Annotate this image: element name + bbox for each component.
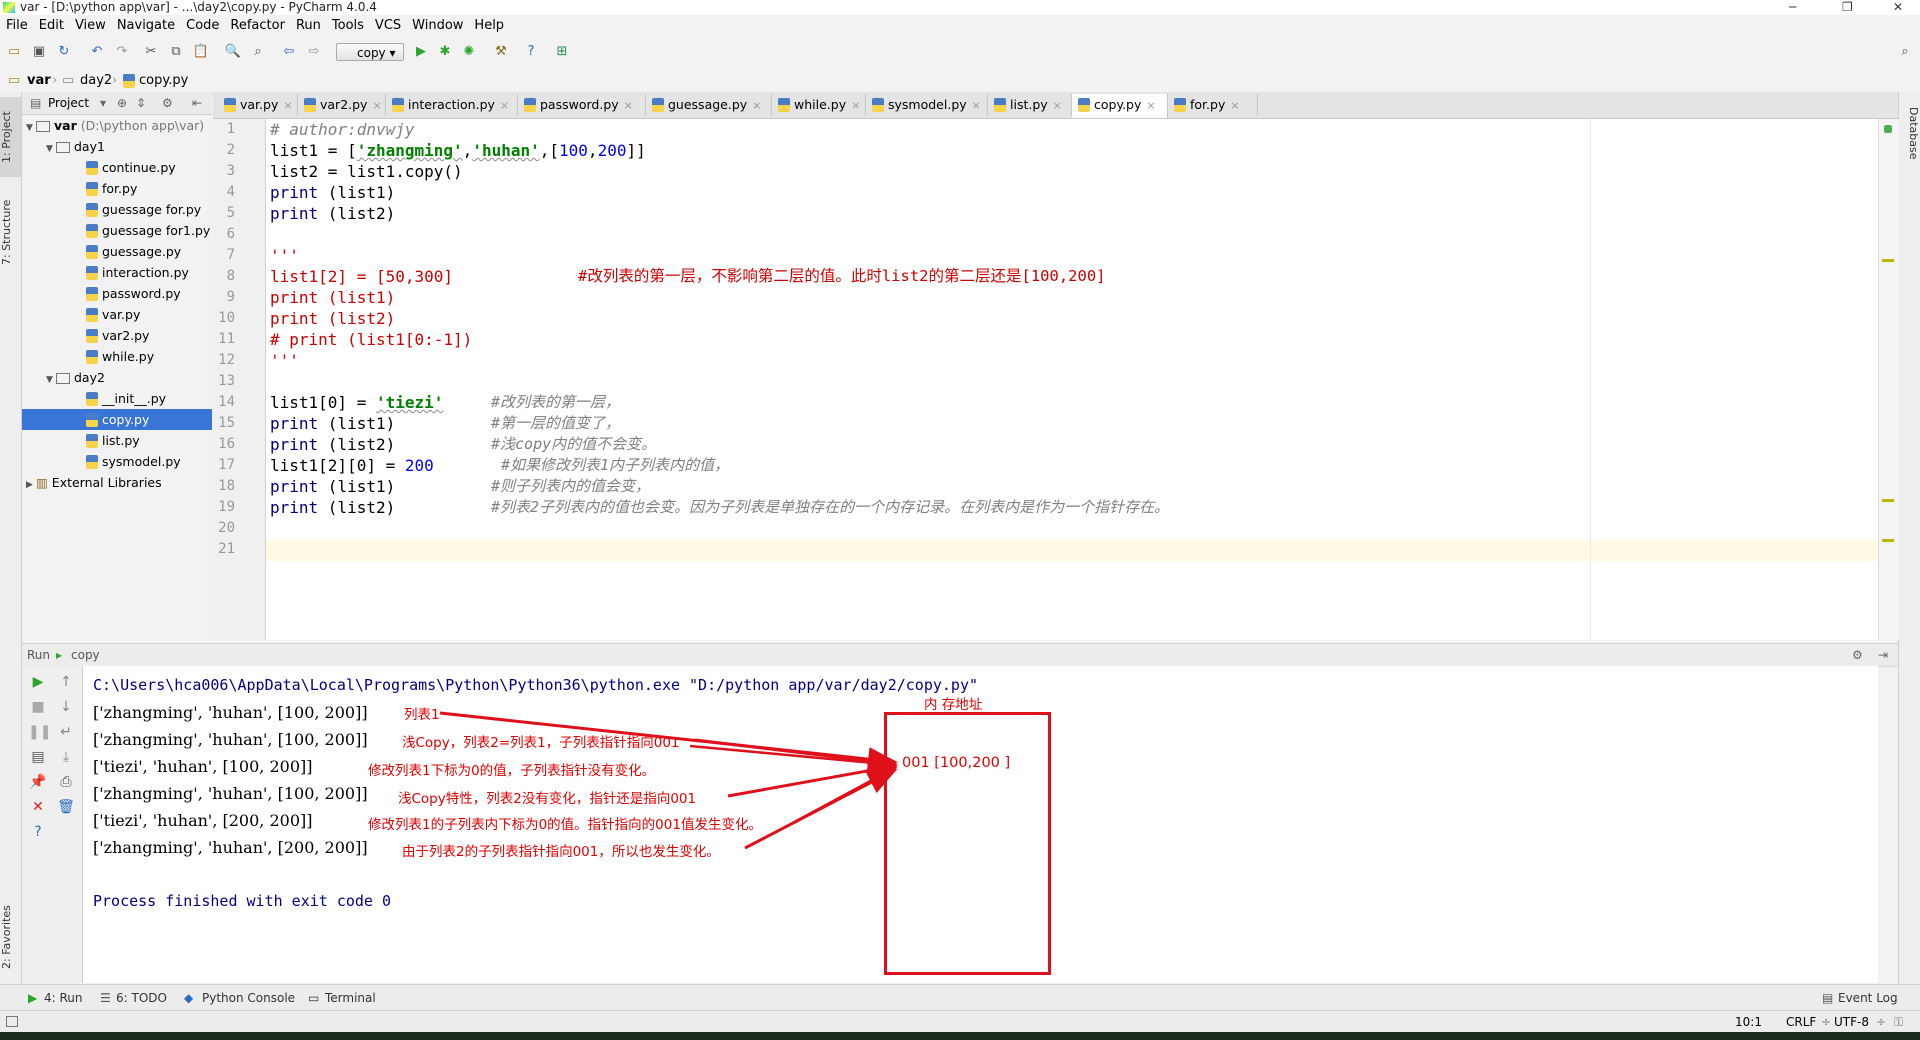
tool-tab-run[interactable]: 4: Run — [44, 985, 83, 1011]
file-encoding[interactable]: UTF-8 — [1834, 1011, 1869, 1033]
annotation-arrows — [439, 711, 898, 850]
status-bar: 10:1 CRLF ÷ UTF-8 ÷ ⚿ — [0, 1010, 1920, 1033]
run-icon: ▶ — [28, 991, 38, 1005]
lock-icon[interactable]: ⚿ — [1894, 1011, 1903, 1033]
terminal-icon: ▭ — [308, 991, 320, 1005]
chevron-down-icon: ÷ — [1821, 1015, 1832, 1029]
python-console-icon: ◆ — [184, 991, 194, 1005]
tool-window-bar: ▶ 4: Run ☰ 6: TODO ◆ Python Console ▭ Te… — [0, 984, 1920, 1011]
todo-icon: ☰ — [100, 991, 111, 1005]
toggle-tool-windows-icon[interactable] — [6, 1016, 18, 1027]
arrow-line — [689, 744, 896, 767]
arrow-line — [744, 768, 898, 850]
event-log-icon: ▤ — [1822, 991, 1834, 1005]
tool-tab-event-log[interactable]: Event Log — [1838, 985, 1898, 1011]
tool-tab-terminal[interactable]: Terminal — [325, 985, 376, 1011]
tool-tab-todo[interactable]: 6: TODO — [116, 985, 167, 1011]
chevron-down-icon: ÷ — [1876, 1015, 1887, 1029]
arrow-line — [694, 738, 898, 773]
line-separator[interactable]: CRLF — [1786, 1011, 1816, 1033]
caret-position[interactable]: 10:1 — [1735, 1011, 1762, 1033]
os-taskbar — [0, 1032, 1920, 1040]
tool-tab-python-console[interactable]: Python Console — [202, 985, 295, 1011]
